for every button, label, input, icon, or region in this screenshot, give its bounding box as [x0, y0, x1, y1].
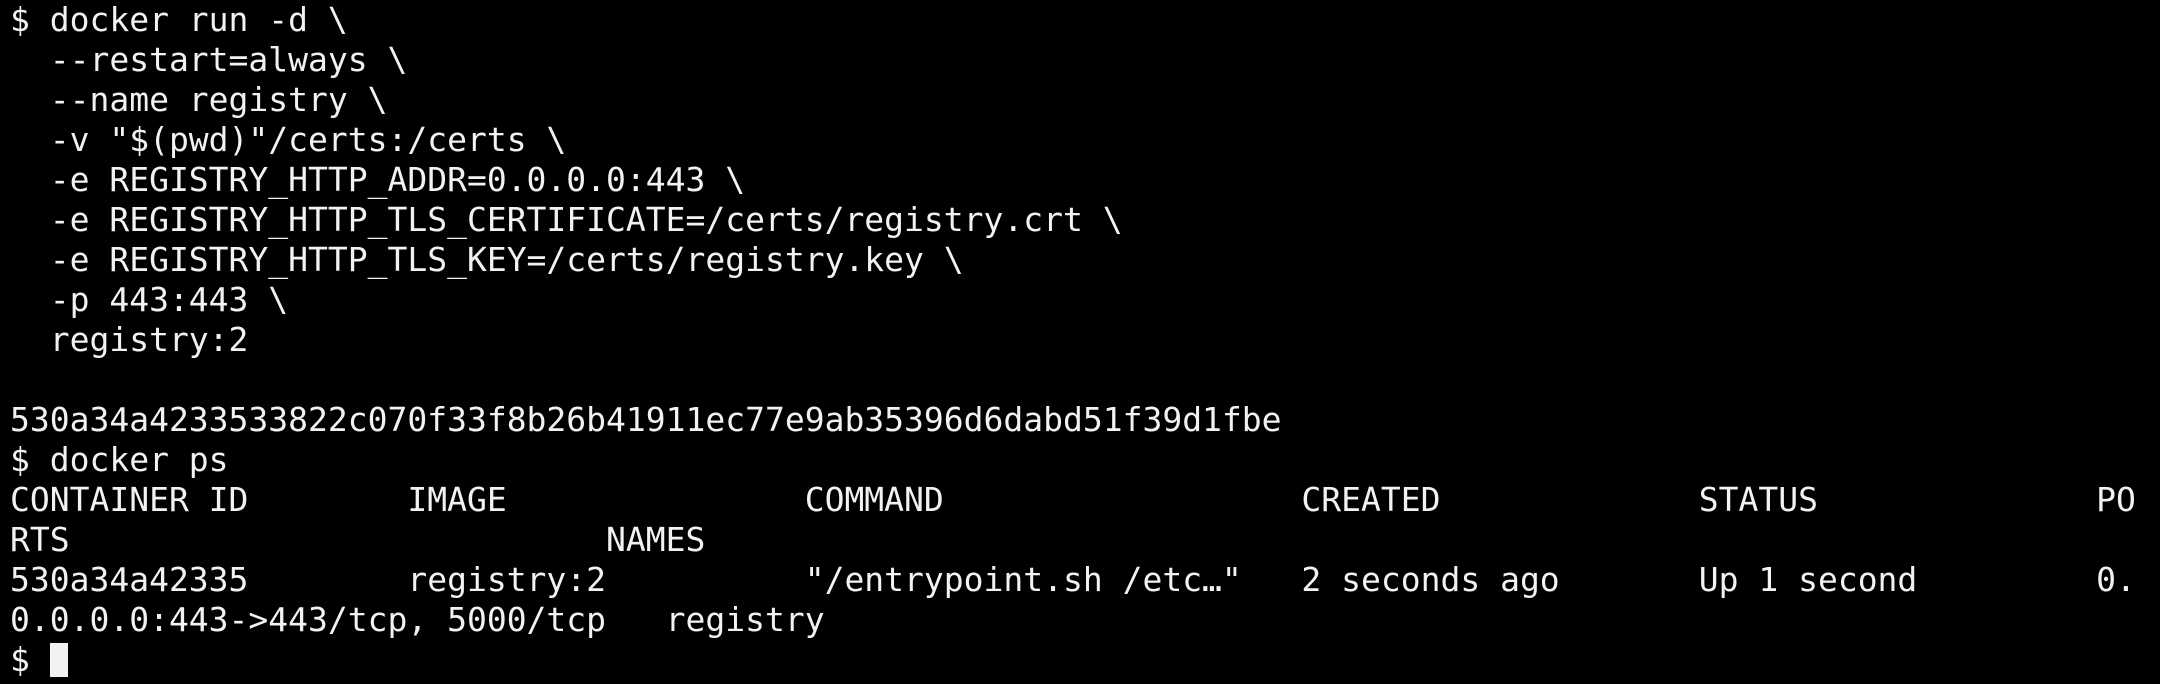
docker-ps-header: CONTAINER ID IMAGE COMMAND CREATED STATU… — [10, 480, 2136, 519]
terminal-line: -e REGISTRY_HTTP_TLS_KEY=/certs/registry… — [10, 240, 964, 279]
terminal-line: --restart=always \ — [10, 40, 408, 79]
terminal-window[interactable]: $ docker run -d \ --restart=always \ --n… — [0, 0, 2160, 684]
terminal-line: -e REGISTRY_HTTP_ADDR=0.0.0.0:443 \ — [10, 160, 746, 199]
terminal-line: --name registry \ — [10, 80, 388, 119]
terminal-output-container-hash: 530a34a4233533822c070f33f8b26b41911ec77e… — [10, 400, 1282, 439]
terminal-line: -p 443:443 \ — [10, 280, 289, 319]
prompt: $ — [10, 640, 50, 679]
terminal-line: -e REGISTRY_HTTP_TLS_CERTIFICATE=/certs/… — [10, 200, 1123, 239]
prompt-line[interactable]: $ — [10, 640, 2160, 680]
terminal-line: registry:2 — [10, 320, 249, 359]
docker-ps-header-wrap: RTS NAMES — [10, 520, 706, 559]
text-cursor — [49, 643, 68, 677]
terminal-line: $ docker ps — [10, 440, 229, 479]
docker-ps-row-wrap: 0.0.0.0:443->443/tcp, 5000/tcp registry — [10, 600, 825, 639]
docker-ps-row: 530a34a42335 registry:2 "/entrypoint.sh … — [10, 560, 2136, 599]
terminal-line: -v "$(pwd)"/certs:/certs \ — [10, 120, 567, 159]
terminal-line: $ docker run -d \ — [10, 0, 348, 39]
